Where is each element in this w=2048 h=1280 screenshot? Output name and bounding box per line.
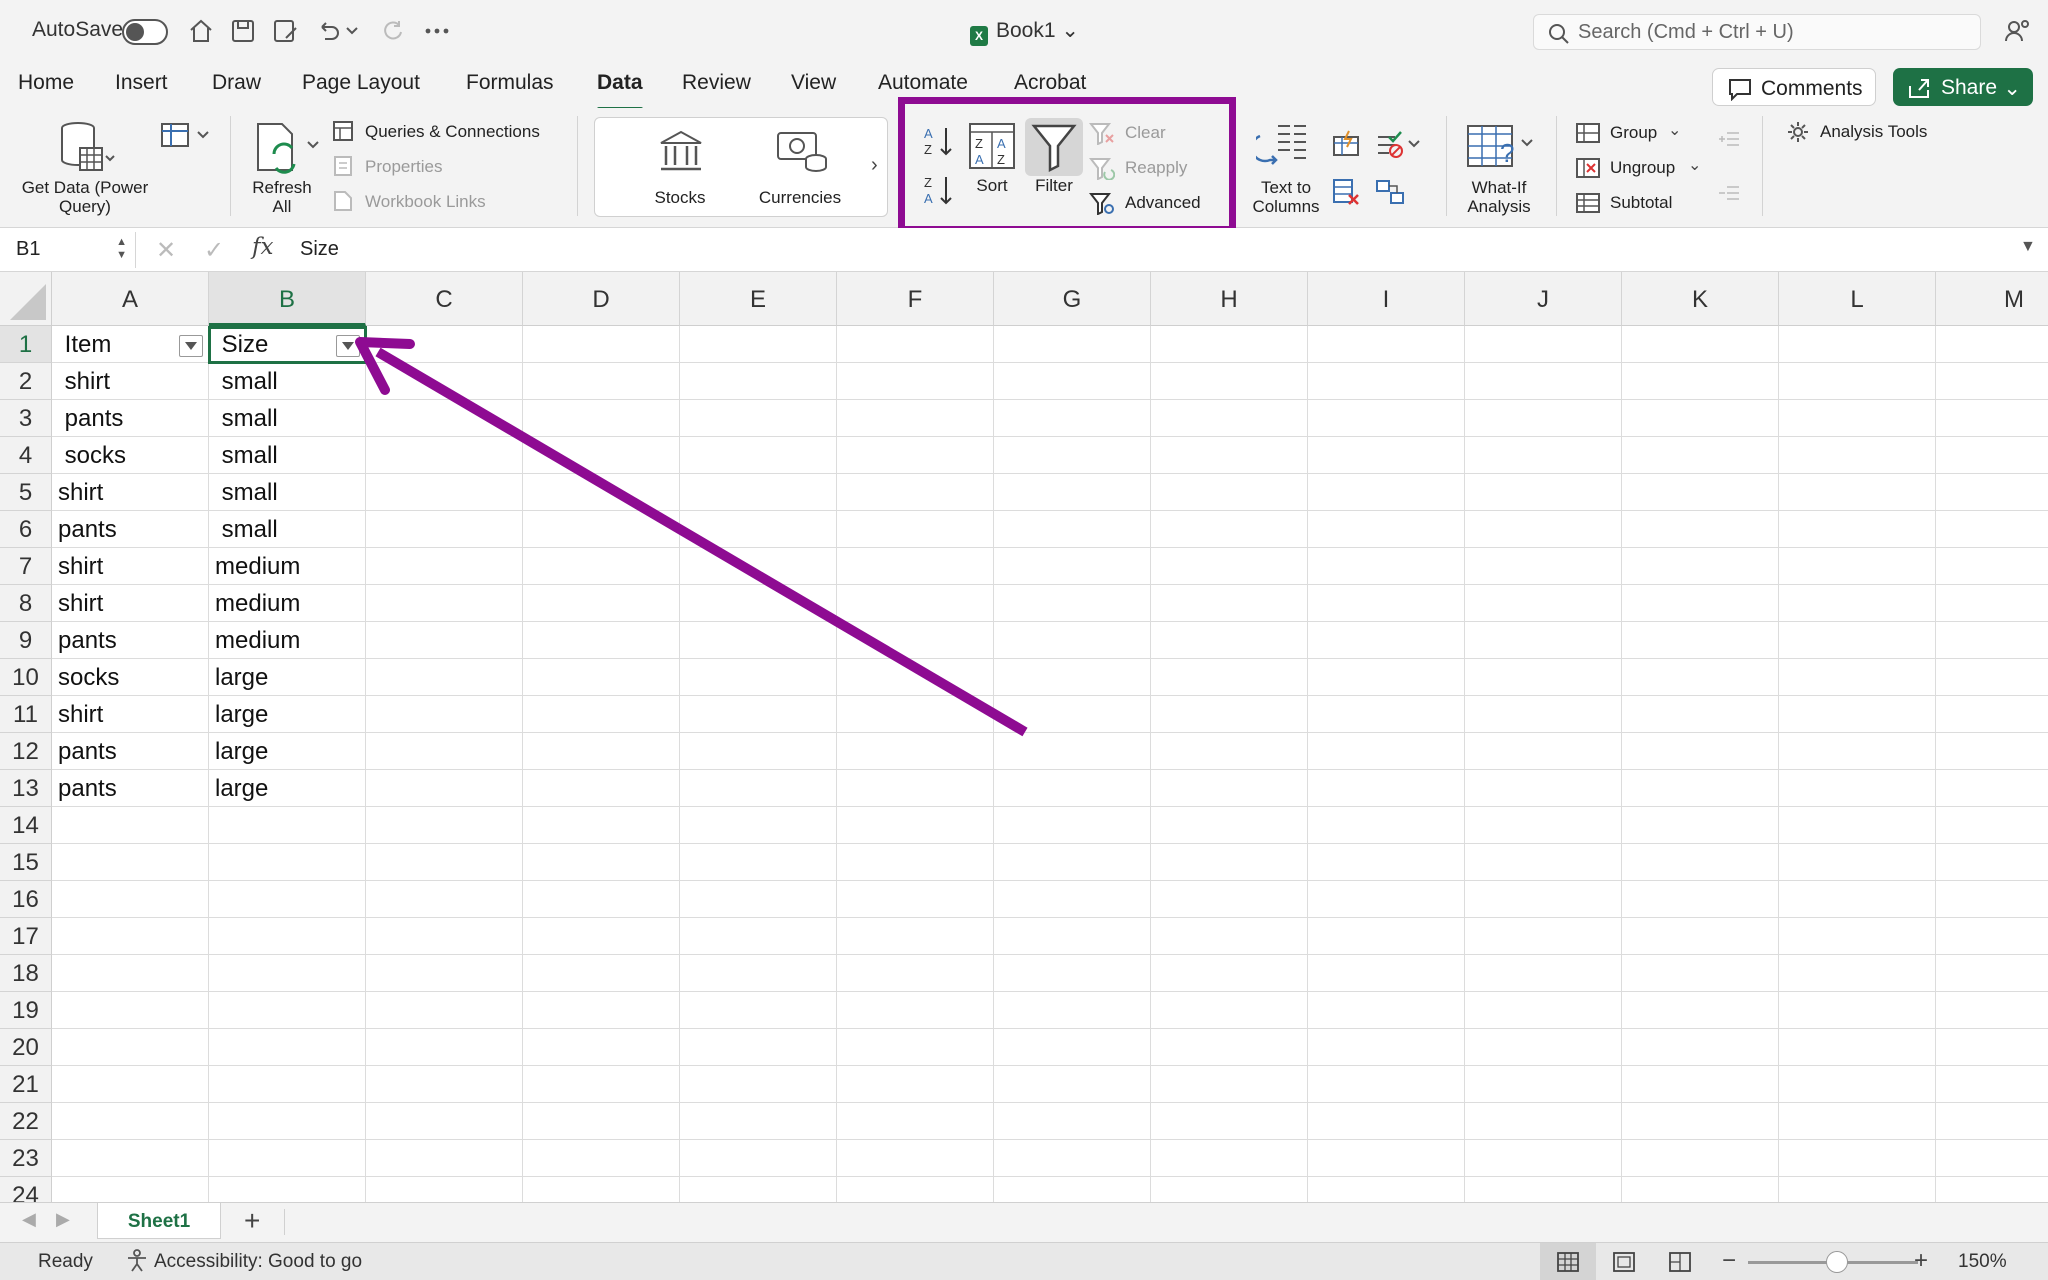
- comment-icon: [1729, 79, 1751, 101]
- comments-button[interactable]: Comments: [1712, 68, 1876, 106]
- share-button[interactable]: Share ⌄: [1893, 68, 2033, 106]
- get-data-from-table-icon[interactable]: [160, 118, 212, 152]
- normal-view-icon[interactable]: [1556, 1251, 1580, 1279]
- insert-function-icon[interactable]: fx: [252, 234, 273, 260]
- what-if-analysis-button[interactable]: What-If Analysis: [1454, 178, 1544, 216]
- workbook-links-button[interactable]: Workbook Links: [365, 192, 486, 212]
- tab-view[interactable]: View: [791, 71, 836, 95]
- analysis-tools-icon: [1784, 119, 1812, 145]
- zoom-out-button[interactable]: −: [1722, 1247, 1736, 1275]
- text-to-columns-button[interactable]: Text to Columns: [1240, 178, 1332, 216]
- properties-button[interactable]: Properties: [365, 157, 442, 177]
- stocks-icon[interactable]: [657, 128, 705, 174]
- group-dropdown-icon[interactable]: ⌄: [1668, 120, 1681, 140]
- tab-page-layout[interactable]: Page Layout: [302, 71, 420, 95]
- workbook-links-icon: [332, 190, 354, 212]
- refresh-all-button[interactable]: Refresh All: [242, 178, 322, 216]
- status-ready: Ready: [38, 1251, 93, 1272]
- tab-acrobat[interactable]: Acrobat: [1014, 71, 1086, 95]
- text-to-columns-icon[interactable]: [1256, 120, 1310, 172]
- excel-window: AutoSave X Book1 ⌄ Search (Cmd + Ctrl + U…: [0, 0, 2048, 1280]
- group-button[interactable]: Group: [1610, 123, 1657, 143]
- data-types-gallery: Stocks Currencies ›: [594, 117, 888, 217]
- accessibility-status[interactable]: Accessibility: Good to go: [154, 1251, 362, 1273]
- page-break-view-icon[interactable]: [1668, 1251, 1692, 1279]
- expand-formula-bar-icon[interactable]: ▼: [2020, 238, 2036, 256]
- chevron-right-icon[interactable]: ›: [871, 154, 878, 177]
- zoom-level[interactable]: 150%: [1958, 1251, 2007, 1273]
- tab-draw[interactable]: Draw: [212, 71, 261, 95]
- remove-duplicates-icon[interactable]: [1330, 176, 1362, 208]
- formula-input[interactable]: Size: [300, 238, 339, 261]
- subtotal-icon: [1574, 190, 1602, 216]
- ungroup-button[interactable]: Ungroup: [1610, 158, 1675, 178]
- subtotal-button[interactable]: Subtotal: [1610, 193, 1672, 213]
- document-title[interactable]: X Book1 ⌄: [970, 18, 1079, 46]
- tab-formulas[interactable]: Formulas: [466, 71, 554, 95]
- accessibility-icon[interactable]: [126, 1249, 148, 1279]
- save-icon[interactable]: [226, 14, 260, 48]
- title-bar: AutoSave X Book1 ⌄ Search (Cmd + Ctrl + U…: [0, 0, 2048, 64]
- formula-bar: B1 ▲ ▼ ✕ ✓ fx Size ▼: [0, 228, 2048, 272]
- stocks-button[interactable]: Stocks: [635, 188, 725, 207]
- database-icon[interactable]: [54, 120, 118, 176]
- get-data-button[interactable]: Get Data (Power Query): [14, 178, 156, 216]
- zoom-in-button[interactable]: +: [1914, 1247, 1928, 1275]
- what-if-analysis-icon[interactable]: ?: [1466, 122, 1536, 172]
- tab-insert[interactable]: Insert: [115, 71, 168, 95]
- status-bar: Ready Accessibility: Good to go − + 150%: [0, 1242, 2048, 1280]
- annotation-arrow: [355, 337, 1028, 737]
- zoom-slider-thumb[interactable]: [1826, 1251, 1848, 1273]
- svg-text:?: ?: [1500, 138, 1514, 168]
- search-box[interactable]: Search (Cmd + Ctrl + U): [1533, 14, 1981, 50]
- tab-review[interactable]: Review: [682, 71, 751, 95]
- next-sheet-icon[interactable]: ▶: [56, 1209, 70, 1230]
- home-icon[interactable]: [184, 14, 218, 48]
- queries-connections-icon: [332, 120, 354, 142]
- undo-dropdown-icon[interactable]: [342, 14, 362, 48]
- add-sheet-button[interactable]: +: [244, 1205, 260, 1237]
- analysis-tools-button[interactable]: Analysis Tools: [1820, 122, 1927, 142]
- sheet-tab-sheet1[interactable]: Sheet1: [97, 1203, 221, 1239]
- queries-connections-button[interactable]: Queries & Connections: [365, 122, 540, 142]
- tab-home[interactable]: Home: [18, 71, 74, 95]
- excel-logo-icon: X: [970, 26, 988, 46]
- page-layout-view-icon[interactable]: [1612, 1251, 1636, 1279]
- autosave-toggle[interactable]: [122, 19, 168, 45]
- name-box-stepper-icon[interactable]: ▲ ▼: [116, 236, 127, 262]
- save-as-icon[interactable]: [268, 14, 302, 48]
- share-dropdown-icon[interactable]: ⌄: [2003, 76, 2021, 101]
- previous-sheet-icon[interactable]: ◀: [22, 1209, 36, 1230]
- currencies-icon[interactable]: [775, 128, 829, 174]
- properties-icon: [332, 155, 354, 177]
- data-validation-icon[interactable]: [1374, 128, 1422, 160]
- ungroup-icon: [1574, 155, 1602, 181]
- undo-icon[interactable]: [312, 14, 346, 48]
- tab-data[interactable]: Data: [597, 71, 643, 111]
- tab-automate[interactable]: Automate: [878, 71, 968, 95]
- currencies-button[interactable]: Currencies: [745, 188, 855, 207]
- flash-fill-icon[interactable]: [1330, 128, 1362, 160]
- more-icon[interactable]: [420, 14, 454, 48]
- annotation-arrow-shaft: [375, 347, 1028, 737]
- ungroup-dropdown-icon[interactable]: ⌄: [1688, 155, 1701, 175]
- relationships-icon[interactable]: [1374, 176, 1406, 208]
- hide-detail-icon[interactable]: [1716, 182, 1742, 204]
- account-icon[interactable]: [2000, 14, 2034, 48]
- share-icon: [1909, 79, 1929, 98]
- spreadsheet-grid[interactable]: A B C D E F G H I J K L M 1 2 3 4 5 6 7 8 9 10 11 12 13 14 15 16 17 18…: [0, 272, 2048, 1202]
- refresh-all-icon[interactable]: [252, 120, 320, 176]
- cancel-icon[interactable]: ✕: [156, 236, 176, 265]
- autosave-label: AutoSave: [32, 18, 124, 41]
- sheet-tab-bar: ◀ ▶ Sheet1 +: [0, 1202, 2048, 1242]
- show-detail-icon[interactable]: [1716, 128, 1742, 150]
- search-icon: [1549, 24, 1569, 44]
- confirm-icon[interactable]: ✓: [204, 236, 224, 265]
- group-icon: [1574, 120, 1602, 146]
- sort-filter-highlight-box: [898, 97, 1236, 233]
- redo-icon[interactable]: [376, 14, 410, 48]
- name-box[interactable]: B1 ▲ ▼: [0, 232, 136, 268]
